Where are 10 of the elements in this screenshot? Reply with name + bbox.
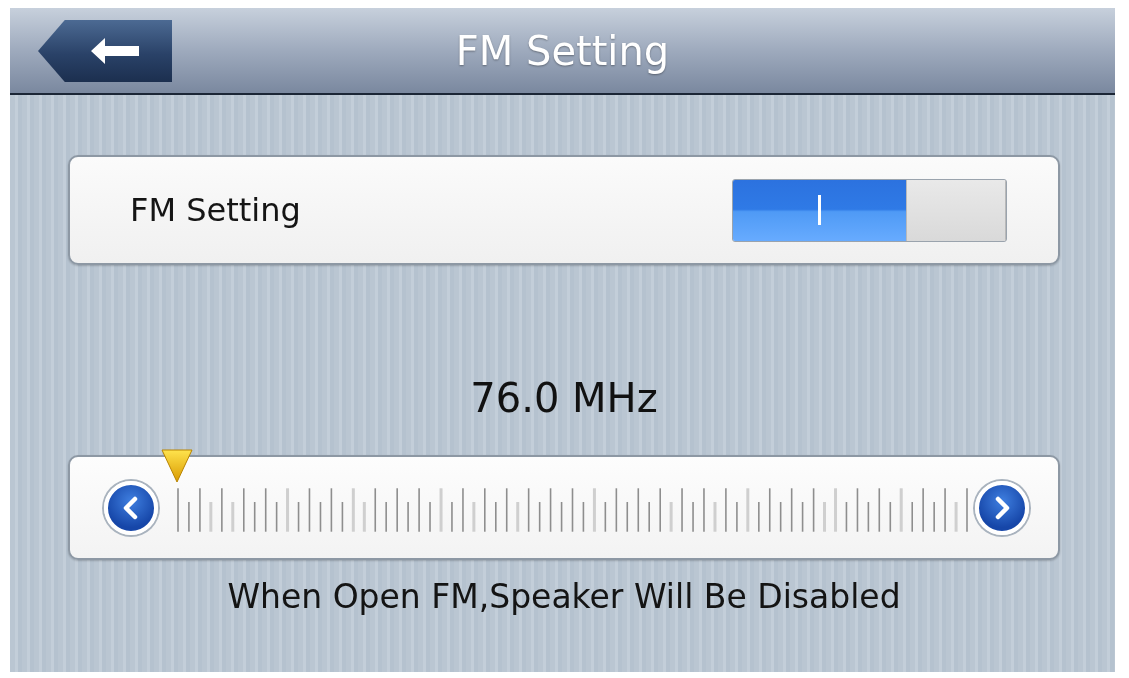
- slider-thumb[interactable]: [161, 448, 193, 483]
- back-button[interactable]: [38, 20, 172, 82]
- left-arrow-icon: [91, 38, 139, 64]
- toggle-switch[interactable]: [732, 178, 1007, 242]
- tune-down-button[interactable]: [104, 480, 158, 535]
- note-text: When Open FM,Speaker Will Be Disabled: [227, 577, 901, 617]
- on-bar-icon: [818, 195, 821, 225]
- tune-up-button[interactable]: [975, 480, 1029, 535]
- setting-label: FM Setting: [130, 190, 301, 231]
- frequency-readout: 76.0 MHz: [470, 375, 658, 421]
